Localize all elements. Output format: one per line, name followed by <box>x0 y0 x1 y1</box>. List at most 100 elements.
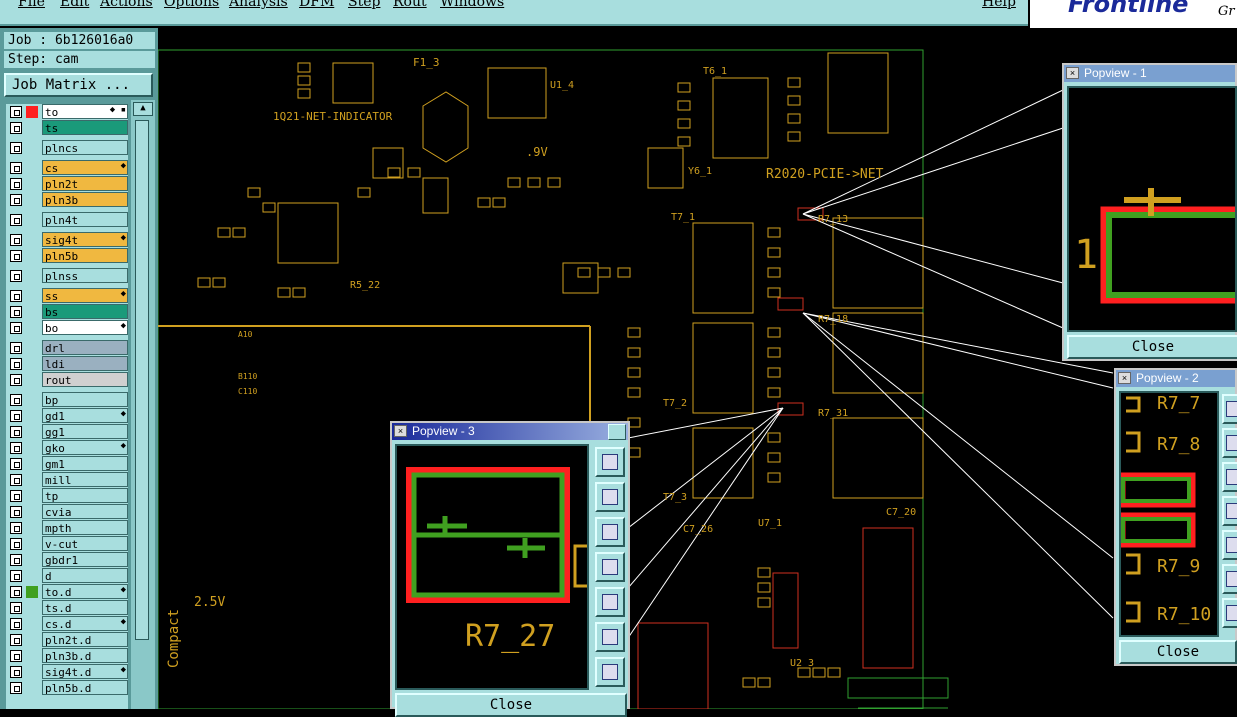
layer-row-gd1[interactable]: gd1 ◆ <box>8 408 128 423</box>
layer-visibility-checkbox[interactable] <box>10 554 22 566</box>
layer-visibility-checkbox[interactable] <box>10 490 22 502</box>
popview-3-center-button[interactable] <box>595 657 625 687</box>
layer-name[interactable]: ss <box>42 288 128 303</box>
layer-select-indicator[interactable] <box>26 142 38 154</box>
layer-select-indicator[interactable] <box>26 194 38 206</box>
layer-visibility-checkbox[interactable] <box>10 458 22 470</box>
layer-visibility-checkbox[interactable] <box>10 474 22 486</box>
layer-visibility-checkbox[interactable] <box>10 358 22 370</box>
layer-name[interactable]: gd1 <box>42 408 128 423</box>
menu-rout[interactable]: Rout <box>393 0 427 10</box>
popview-3-up-button[interactable] <box>595 482 625 512</box>
layer-row-pln3b-d[interactable]: pln3b.d <box>8 648 128 663</box>
layer-visibility-checkbox[interactable] <box>10 122 22 134</box>
layer-row-to-d[interactable]: to.d ◆ <box>8 584 128 599</box>
layer-name[interactable]: mill <box>42 472 128 487</box>
layer-select-indicator[interactable] <box>26 358 38 370</box>
layer-row-sig4t-d[interactable]: sig4t.d ◆ <box>8 664 128 679</box>
layer-row-gg1[interactable]: gg1 <box>8 424 128 439</box>
close-icon[interactable]: × <box>1066 67 1079 79</box>
layer-select-indicator[interactable] <box>26 490 38 502</box>
job-matrix-button[interactable]: Job Matrix ... <box>4 73 153 97</box>
layer-row-bs[interactable]: bs <box>8 304 128 319</box>
layer-name[interactable]: v-cut <box>42 536 128 551</box>
layer-select-indicator[interactable] <box>26 426 38 438</box>
layer-visibility-checkbox[interactable] <box>10 194 22 206</box>
popview-3-down-button[interactable] <box>595 517 625 547</box>
layer-row-d[interactable]: d <box>8 568 128 583</box>
layer-select-indicator[interactable] <box>26 682 38 694</box>
layer-visibility-checkbox[interactable] <box>10 270 22 282</box>
layer-select-indicator[interactable] <box>26 538 38 550</box>
layer-row-pln3b[interactable]: pln3b <box>8 192 128 207</box>
layer-row-gm1[interactable]: gm1 <box>8 456 128 471</box>
popview-2-up-button[interactable] <box>1222 428 1237 458</box>
popview-3-view[interactable]: R7_27 <box>395 444 597 690</box>
popview-2-center-button[interactable] <box>1222 598 1237 628</box>
layer-name[interactable]: ts <box>42 120 128 135</box>
popview-1-view[interactable]: 1 <box>1067 86 1237 332</box>
layer-name[interactable]: bo <box>42 320 128 335</box>
layer-select-indicator[interactable] <box>26 634 38 646</box>
popview-3-window[interactable]: × Popview - 3 R7_27 Close <box>390 421 630 717</box>
layer-select-indicator[interactable] <box>26 442 38 454</box>
layer-select-indicator[interactable] <box>26 162 38 174</box>
popview-2-view[interactable]: R7_7 R7_8 R7_9 R7_10 <box>1119 391 1219 637</box>
layer-row-sig4t[interactable]: sig4t ◆ <box>8 232 128 247</box>
close-icon[interactable]: × <box>1118 372 1131 384</box>
layer-row-drl[interactable]: drl <box>8 340 128 355</box>
popview-2-close-button[interactable]: Close <box>1119 640 1237 664</box>
popview-2-title[interactable]: × Popview - 2 <box>1116 370 1235 387</box>
layer-select-indicator[interactable] <box>26 342 38 354</box>
layer-visibility-checkbox[interactable] <box>10 410 22 422</box>
layer-name[interactable]: gg1 <box>42 424 128 439</box>
layer-row-cs-d[interactable]: cs.d ◆ <box>8 616 128 631</box>
layer-select-indicator[interactable] <box>26 270 38 282</box>
layer-row-bo[interactable]: bo ◆ <box>8 320 128 335</box>
popview-3-left-button[interactable] <box>595 552 625 582</box>
menu-windows[interactable]: Windows <box>440 0 504 10</box>
layer-select-indicator[interactable] <box>26 394 38 406</box>
layer-select-indicator[interactable] <box>26 522 38 534</box>
layer-row-gbdr1[interactable]: gbdr1 <box>8 552 128 567</box>
layer-row-plncs[interactable]: plncs <box>8 140 128 155</box>
scroll-up-icon[interactable]: ▲ <box>133 102 153 116</box>
layer-name[interactable]: tp <box>42 488 128 503</box>
layer-row-pln5b[interactable]: pln5b <box>8 248 128 263</box>
popview-2-left-button[interactable] <box>1222 496 1237 526</box>
layer-name[interactable]: gbdr1 <box>42 552 128 567</box>
layer-name[interactable]: bs <box>42 304 128 319</box>
layer-select-indicator[interactable] <box>26 178 38 190</box>
layer-name[interactable]: pln3b <box>42 192 128 207</box>
layer-scrollbar[interactable]: ▲ <box>131 100 155 709</box>
layer-name[interactable]: bp <box>42 392 128 407</box>
layer-select-indicator[interactable] <box>26 306 38 318</box>
layer-row-tp[interactable]: tp <box>8 488 128 503</box>
layer-select-indicator[interactable] <box>26 474 38 486</box>
layer-visibility-checkbox[interactable] <box>10 522 22 534</box>
layer-visibility-checkbox[interactable] <box>10 290 22 302</box>
layer-row-gko[interactable]: gko ◆ <box>8 440 128 455</box>
popview-1-close-button[interactable]: Close <box>1067 335 1237 359</box>
layer-select-indicator[interactable] <box>26 506 38 518</box>
layer-visibility-checkbox[interactable] <box>10 306 22 318</box>
layer-name[interactable]: ldi <box>42 356 128 371</box>
popview-2-zoom-button[interactable] <box>1222 394 1237 424</box>
layer-visibility-checkbox[interactable] <box>10 506 22 518</box>
layer-row-ss[interactable]: ss ◆ <box>8 288 128 303</box>
close-icon[interactable]: × <box>394 425 407 437</box>
layer-visibility-checkbox[interactable] <box>10 682 22 694</box>
layer-select-indicator[interactable] <box>26 106 38 118</box>
popview-3-fit-button[interactable] <box>595 622 625 652</box>
menu-step[interactable]: Step <box>348 0 380 10</box>
layer-visibility-checkbox[interactable] <box>10 374 22 386</box>
layer-row-plnss[interactable]: plnss <box>8 268 128 283</box>
menu-edit[interactable]: Edit <box>60 0 89 10</box>
layer-select-indicator[interactable] <box>26 322 38 334</box>
layer-visibility-checkbox[interactable] <box>10 342 22 354</box>
layer-row-pln5b-d[interactable]: pln5b.d <box>8 680 128 695</box>
menu-file[interactable]: File <box>18 0 45 10</box>
layer-select-indicator[interactable] <box>26 410 38 422</box>
layer-name[interactable]: pln5b <box>42 248 128 263</box>
layer-visibility-checkbox[interactable] <box>10 666 22 678</box>
